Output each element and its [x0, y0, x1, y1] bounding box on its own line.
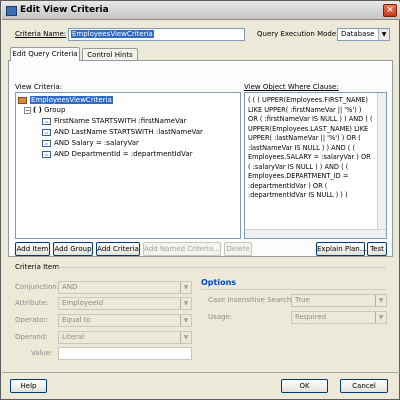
tree-condition-label: AND DepartmentId = :departmentIdVar — [54, 150, 193, 158]
options-divider — [201, 289, 387, 290]
query-mode-label: Query Execution Mode: — [257, 30, 339, 38]
value-field[interactable] — [58, 347, 192, 360]
add-group-button[interactable]: Add Group — [53, 242, 93, 256]
criteria-item-section-label: Criteria Item — [15, 263, 60, 271]
attribute-label: Attribute: — [15, 299, 49, 307]
add-item-button[interactable]: Add Item — [15, 242, 50, 256]
title-bar[interactable]: Edit View Criteria × — [2, 2, 400, 20]
usage-value: Required — [295, 313, 327, 321]
tree-root-label: EmployeesViewCriteria — [30, 96, 113, 104]
case-insensitive-label: Case Insensitive Search: — [208, 296, 294, 304]
operand-label: Operand: — [15, 333, 48, 341]
operator-label: Operator: — [15, 316, 49, 324]
collapse-icon: − — [24, 106, 31, 114]
where-clause-text: ( ( ( UPPER(Employees.FIRST_NAME) LIKE U… — [248, 96, 375, 199]
edit-view-criteria-dialog: Edit View Criteria × Criteria Name: Empl… — [0, 0, 400, 400]
condition-icon: ▭ — [42, 150, 51, 158]
criteria-name-value: EmployeesViewCriteria — [71, 30, 154, 38]
operand-value: Literal — [62, 333, 85, 341]
close-button[interactable]: × — [383, 4, 397, 17]
usage-select[interactable]: Required ▼ — [291, 311, 387, 324]
tree-condition[interactable]: ▭ AND Salary = :salaryVar — [42, 138, 139, 148]
chevron-down-icon: ▼ — [180, 315, 191, 326]
cancel-button[interactable]: Cancel — [340, 379, 388, 393]
operator-value: Equal to — [62, 316, 91, 324]
where-clause-label-text: View Object Where Clause: — [244, 83, 339, 91]
tab-edit-query-criteria-label: Edit Query Criteria — [12, 50, 78, 58]
tab-panel: View Criteria: EmployeesViewCriteria −( … — [8, 60, 393, 257]
conjunction-value: AND — [62, 283, 78, 291]
chevron-down-icon: ▼ — [180, 332, 191, 343]
tree-root[interactable]: EmployeesViewCriteria — [18, 95, 113, 105]
test-button[interactable]: Test — [367, 242, 387, 256]
condition-icon: ▭ — [42, 139, 51, 147]
attribute-value: EmployeeId — [62, 299, 104, 307]
view-criteria-icon — [18, 96, 27, 104]
section-divider — [56, 267, 386, 268]
operator-select[interactable]: Equal to ▼ — [58, 314, 192, 327]
chevron-down-icon: ▼ — [180, 282, 191, 293]
tree-condition[interactable]: ▭ FirstName STARTSWITH :firstNameVar — [42, 116, 187, 126]
tree-condition-label: AND LastName STARTSWITH :lastNameVar — [54, 128, 203, 136]
usage-label: Usage: — [208, 313, 233, 321]
case-insensitive-select[interactable]: True ▼ — [291, 294, 387, 307]
conjunction-label: Conjunction: — [15, 283, 60, 291]
tree-condition[interactable]: ▭ AND DepartmentId = :departmentIdVar — [42, 149, 193, 159]
group-icon: ( ) — [33, 106, 42, 114]
tree-condition[interactable]: ▭ AND LastName STARTSWITH :lastNameVar — [42, 127, 203, 137]
vertical-scrollbar[interactable] — [377, 93, 386, 231]
attribute-select[interactable]: EmployeeId ▼ — [58, 297, 192, 310]
tree-condition-label: FirstName STARTSWITH :firstNameVar — [54, 117, 187, 125]
tree-condition-label: AND Salary = :salaryVar — [54, 139, 139, 147]
app-icon — [6, 6, 17, 16]
tree-group[interactable]: −( ) Group — [24, 105, 65, 115]
explain-plan-button[interactable]: Explain Plan... — [316, 242, 366, 256]
query-mode-value: Database — [341, 30, 375, 38]
view-criteria-label: View Criteria: — [15, 83, 63, 91]
window-title: Edit View Criteria — [20, 5, 109, 15]
add-named-criteria-button[interactable]: Add Named Criteria... — [143, 242, 221, 256]
add-criteria-button[interactable]: Add Criteria — [96, 242, 140, 256]
criteria-name-label-text: Criteria Name: — [15, 30, 67, 38]
criteria-name-field[interactable]: EmployeesViewCriteria — [68, 28, 245, 41]
ok-button[interactable]: OK — [281, 379, 328, 393]
criteria-name-label: Criteria Name: — [15, 30, 66, 38]
chevron-down-icon: ▼ — [375, 312, 386, 323]
chevron-down-icon: ▼ — [180, 298, 191, 309]
tab-control-hints-label: Control Hints — [87, 51, 133, 59]
delete-button[interactable]: Delete — [224, 242, 252, 256]
horizontal-scrollbar[interactable] — [245, 229, 386, 238]
condition-icon: ▭ — [42, 128, 51, 136]
footer-divider — [2, 372, 400, 373]
chevron-down-icon: ▼ — [378, 29, 389, 40]
value-label: Value: — [31, 349, 53, 357]
help-button[interactable]: Help — [10, 379, 47, 393]
tree-group-label: Group — [44, 106, 66, 114]
chevron-down-icon: ▼ — [375, 295, 386, 306]
query-mode-select[interactable]: Database ▼ — [337, 28, 390, 41]
where-clause-label: View Object Where Clause: — [244, 83, 339, 91]
conjunction-select[interactable]: AND ▼ — [58, 281, 192, 294]
options-title: Options — [201, 278, 237, 287]
condition-icon: ▭ — [42, 117, 51, 125]
operand-select[interactable]: Literal ▼ — [58, 331, 192, 344]
view-criteria-tree[interactable]: EmployeesViewCriteria −( ) Group ▭ FirstN… — [15, 92, 241, 239]
case-insensitive-value: True — [295, 296, 310, 304]
where-clause-textarea[interactable]: ( ( ( UPPER(Employees.FIRST_NAME) LIKE U… — [244, 92, 387, 239]
tab-edit-query-criteria[interactable]: Edit Query Criteria — [10, 47, 80, 61]
